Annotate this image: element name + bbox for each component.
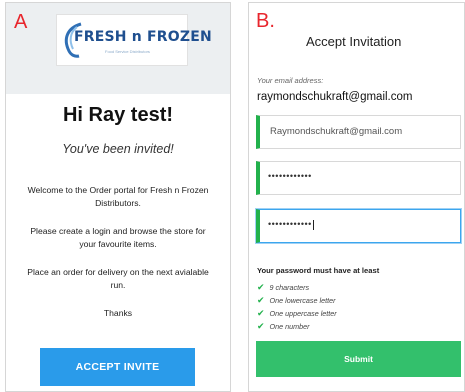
check-icon: ✔ [257, 282, 265, 292]
password-field[interactable]: •••••••••••• [256, 161, 461, 195]
check-icon: ✔ [257, 321, 265, 331]
email-field[interactable]: Raymondschukraft@gmail.com [256, 115, 461, 149]
instructions-paragraph: Please create a login and browse the sto… [30, 226, 206, 249]
company-logo: FRESH n FROZEN Food Service Distributors [56, 14, 212, 66]
email-value: raymondschukraft@gmail.com [257, 91, 413, 103]
check-icon: ✔ [257, 295, 265, 305]
password-field-value: •••••••••••• [268, 171, 312, 181]
accept-invite-button[interactable]: ACCEPT INVITE [40, 348, 195, 386]
requirement-item: ✔ 9 characters [257, 282, 310, 292]
panel-label-b: B. [256, 10, 275, 32]
requirement-item: ✔ One uppercase letter [257, 308, 337, 318]
invite-email-panel: A FRESH n FROZEN Food Service Distributo… [5, 2, 231, 392]
email-header: A FRESH n FROZEN Food Service Distributo… [6, 3, 230, 94]
requirement-item: ✔ One number [257, 321, 310, 331]
email-label: Your email address: [257, 76, 324, 85]
password-requirements-title: Your password must have at least [257, 266, 380, 275]
text-caret [312, 219, 314, 230]
welcome-paragraph: Welcome to the Order portal for Fresh n … [27, 185, 209, 208]
order-paragraph: Place an order for delivery on the next … [27, 267, 209, 290]
requirement-item: ✔ One lowercase letter [257, 295, 336, 305]
thanks-text: Thanks [103, 308, 133, 318]
page-title: Accept Invitation [306, 34, 402, 49]
logo-tagline: Food Service Distributors [105, 49, 150, 54]
email-field-value: Raymondschukraft@gmail.com [270, 126, 403, 137]
invite-subheading: You've been invited! [62, 142, 174, 156]
confirm-password-field[interactable]: •••••••••••• [256, 209, 461, 243]
confirm-password-value: •••••••••••• [268, 219, 314, 230]
accept-invitation-panel: B. Accept Invitation Your email address:… [248, 2, 465, 392]
panel-label-a: A [14, 11, 28, 33]
check-icon: ✔ [257, 308, 265, 318]
logo-wordmark: FRESH n FROZEN [74, 29, 212, 45]
greeting-heading: Hi Ray test! [62, 104, 174, 126]
submit-button[interactable]: Submit [256, 341, 461, 377]
